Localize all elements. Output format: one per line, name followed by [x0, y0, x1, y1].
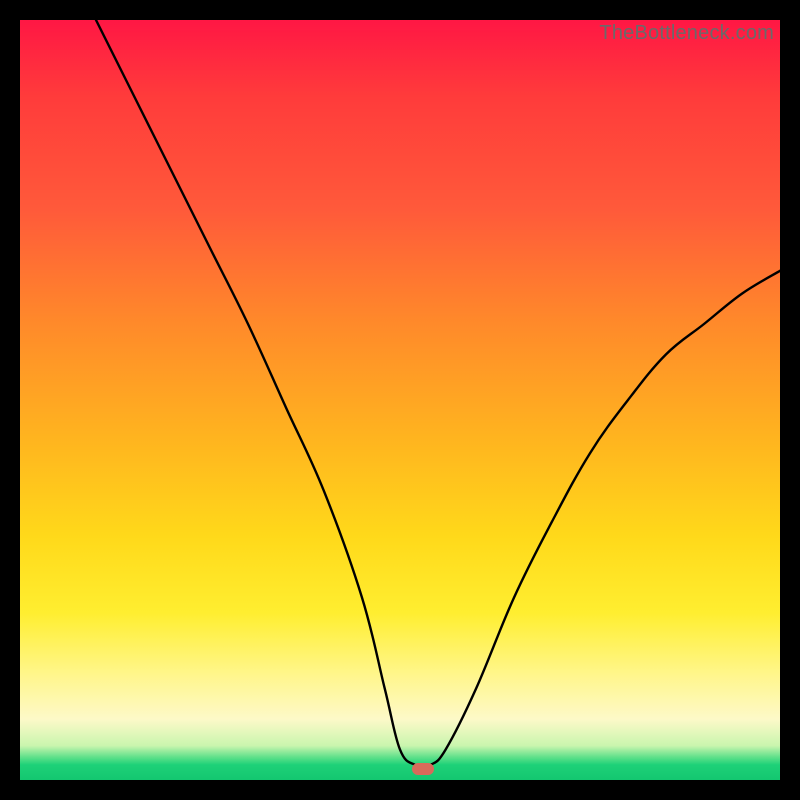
optimum-marker: [412, 763, 434, 775]
bottleneck-curve: [20, 20, 780, 780]
chart-frame: TheBottleneck.com: [0, 0, 800, 800]
plot-area: TheBottleneck.com: [20, 20, 780, 780]
